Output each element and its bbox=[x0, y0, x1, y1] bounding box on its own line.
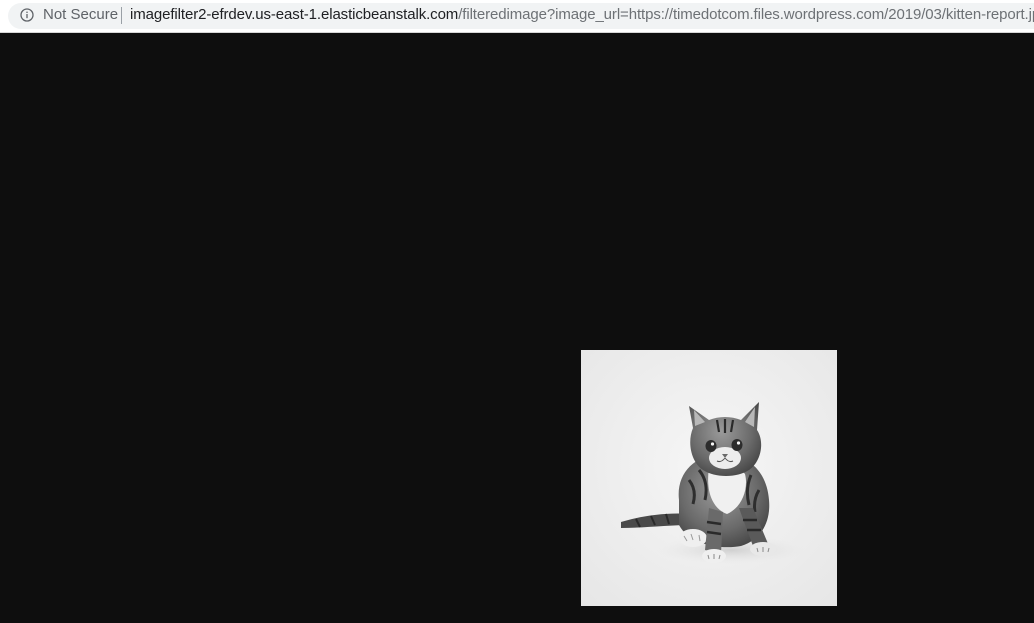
info-circle-icon[interactable] bbox=[20, 8, 34, 22]
url-path: /filteredimage?image_url=https://timedot… bbox=[458, 6, 1034, 23]
browser-address-bar: Not Secure imagefilter2-efrdev.us-east-1… bbox=[0, 0, 1034, 33]
omnibox-divider bbox=[121, 7, 122, 24]
url-text[interactable]: imagefilter2-efrdev.us-east-1.elasticbea… bbox=[130, 6, 1034, 24]
url-host: imagefilter2-efrdev.us-east-1.elasticbea… bbox=[130, 6, 459, 23]
filtered-kitten-image bbox=[581, 350, 837, 606]
page-viewport bbox=[0, 33, 1034, 623]
security-status-label[interactable]: Not Secure bbox=[43, 6, 118, 24]
